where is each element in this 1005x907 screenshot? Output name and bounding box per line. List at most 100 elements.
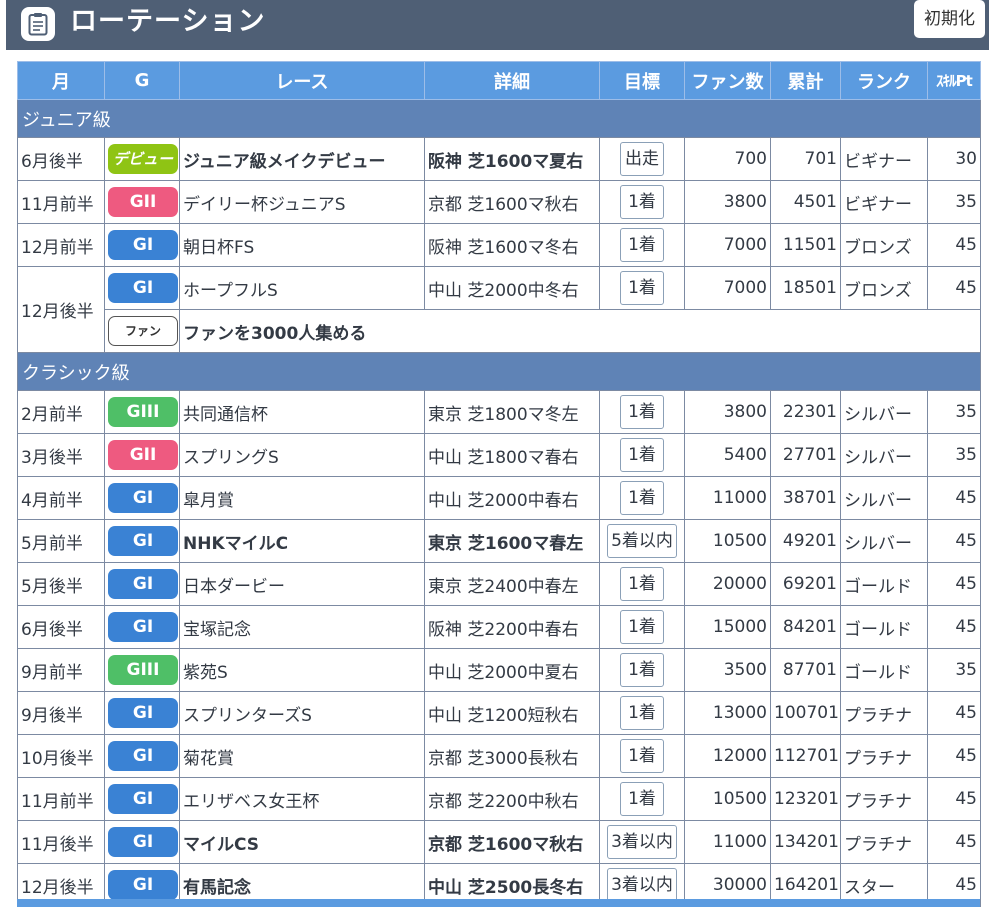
race-row: 5月前半 GI NHKマイルC 東京 芝1600マ春左 5着以内 10500 49201 シル… [17, 519, 981, 563]
month-cell: 12月後半 [17, 266, 105, 353]
grade-badge: デビュー [108, 144, 178, 174]
month-cell: 12月前半 [17, 223, 105, 267]
skill-pt-cell: 45 [927, 734, 981, 778]
target-button[interactable]: 1着 [620, 610, 664, 644]
target-button[interactable]: 1着 [620, 739, 664, 773]
race-name-cell[interactable]: 菊花賞 [179, 734, 425, 778]
skill-pt-cell: 45 [927, 777, 981, 821]
race-name-cell[interactable]: 朝日杯FS [179, 223, 425, 267]
grade-cell: GI [104, 562, 180, 606]
target-button[interactable]: 1着 [620, 438, 664, 472]
total-fans-cell: 4501 [770, 180, 841, 224]
fans-cell: 10500 [684, 777, 771, 821]
section-row: ジュニア級 [17, 99, 981, 138]
grade-cell: GI [104, 734, 180, 778]
target-button[interactable]: 1着 [620, 481, 664, 515]
target-cell: 3着以内 [599, 820, 685, 864]
target-cell: 1着 [599, 433, 685, 477]
col-header-total: 累計 [770, 61, 841, 100]
race-name-cell[interactable]: 宝塚記念 [179, 605, 425, 649]
skill-pt-cell: 45 [927, 562, 981, 606]
grade-badge: GII [108, 187, 178, 217]
rank-cell: プラチナ [840, 777, 928, 821]
race-name-cell[interactable]: エリザベス女王杯 [179, 777, 425, 821]
target-button[interactable]: 5着以内 [607, 524, 677, 558]
target-button[interactable]: 1着 [620, 567, 664, 601]
col-header-rank: ランク [840, 61, 928, 100]
skill-pt-cell: 45 [927, 605, 981, 649]
grade-badge: GI [108, 483, 178, 513]
target-button[interactable]: 3着以内 [607, 868, 677, 902]
grade-badge: GI [108, 870, 178, 900]
rank-cell: ビギナー [840, 180, 928, 224]
race-row: 11月前半 GI エリザベス女王杯 京都 芝2200中秋右 1着 10500 123201 プ… [17, 777, 981, 821]
clipboard-icon [21, 7, 55, 41]
race-name-cell[interactable]: ホープフルS [179, 266, 425, 310]
fans-cell: 3500 [684, 648, 771, 692]
grade-badge: GI [108, 569, 178, 599]
target-button[interactable]: 1着 [620, 395, 664, 429]
rank-cell: ブロンズ [840, 266, 928, 310]
race-name-cell[interactable]: NHKマイルC [179, 519, 425, 563]
race-row: 9月後半 GI スプリンターズS 中山 芝1200短秋右 1着 13000 100701 プラ… [17, 691, 981, 735]
reset-button[interactable]: 初期化 [914, 0, 985, 38]
month-cell: 10月後半 [17, 734, 105, 778]
race-name-cell[interactable]: デイリー杯ジュニアS [179, 180, 425, 224]
race-name-cell[interactable]: 日本ダービー [179, 562, 425, 606]
rank-cell: シルバー [840, 433, 928, 477]
section-label: ジュニア級 [17, 99, 981, 138]
race-row: 6月後半 GI 宝塚記念 阪神 芝2200中春右 1着 15000 84201 ゴールド 45 [17, 605, 981, 649]
race-row: 12月後半 GI ホープフルS 中山 芝2000中冬右 1着 7000 18501 ブロンズ 4… [17, 266, 981, 353]
race-detail-cell: 東京 芝1600マ春左 [424, 519, 600, 563]
target-button[interactable]: 出走 [620, 142, 664, 176]
race-name-cell[interactable]: スプリングS [179, 433, 425, 477]
target-cell: 5着以内 [599, 519, 685, 563]
rotation-table: 月 G レース 詳細 目標 ファン数 累計 ランク ｽｷﾙPt ジュニア級 6月後… [17, 61, 981, 907]
race-name-cell[interactable]: ジュニア級メイクデビュー [179, 137, 425, 181]
race-detail-cell: 阪神 芝2200中春右 [424, 605, 600, 649]
race-name-cell[interactable]: 紫苑S [179, 648, 425, 692]
race-detail-cell: 東京 芝1800マ冬左 [424, 390, 600, 434]
rank-cell: プラチナ [840, 734, 928, 778]
total-fans-cell: 27701 [770, 433, 841, 477]
skill-pt-cell: 35 [927, 180, 981, 224]
race-detail-cell: 阪神 芝1600マ夏右 [424, 137, 600, 181]
skill-pt-cell: 35 [927, 433, 981, 477]
race-row: 9月前半 GIII 紫苑S 中山 芝2000中夏右 1着 3500 87701 ゴールド 35 [17, 648, 981, 692]
target-button[interactable]: 1着 [620, 185, 664, 219]
skill-pt-cell: 35 [927, 648, 981, 692]
total-fans-cell: 112701 [770, 734, 841, 778]
total-fans-cell: 87701 [770, 648, 841, 692]
race-name-cell[interactable]: スプリンターズS [179, 691, 425, 735]
race-row: 4月前半 GI 皐月賞 中山 芝2000中春右 1着 11000 38701 シルバー 45 [17, 476, 981, 520]
total-fans-cell: 69201 [770, 562, 841, 606]
target-button[interactable]: 1着 [620, 228, 664, 262]
race-name-cell[interactable]: 共同通信杯 [179, 390, 425, 434]
fan-goal-row: ファン ファンを3000人集める [18, 309, 981, 353]
col-header-skill-pt: ｽｷﾙPt [927, 61, 981, 100]
target-button[interactable]: 3着以内 [607, 825, 677, 859]
race-detail-cell: 東京 芝2400中春左 [424, 562, 600, 606]
rank-cell: シルバー [840, 519, 928, 563]
race-name-cell[interactable]: マイルCS [179, 820, 425, 864]
month-cell: 3月後半 [17, 433, 105, 477]
target-button[interactable]: 1着 [620, 653, 664, 687]
target-button[interactable]: 1着 [620, 271, 664, 305]
race-name-cell[interactable]: 皐月賞 [179, 476, 425, 520]
rank-cell: ブロンズ [840, 223, 928, 267]
table-header-row: 月 G レース 詳細 目標 ファン数 累計 ランク ｽｷﾙPt [17, 61, 981, 100]
rank-cell: プラチナ [840, 820, 928, 864]
target-button[interactable]: 1着 [620, 696, 664, 730]
skill-pt-cell: 45 [927, 820, 981, 864]
fans-cell: 3800 [684, 390, 771, 434]
col-header-target: 目標 [599, 61, 685, 100]
table-bottom-strip [17, 899, 980, 907]
grade-badge: GI [108, 612, 178, 642]
month-cell: 5月後半 [17, 562, 105, 606]
race-detail-cell: 京都 芝3000長秋右 [424, 734, 600, 778]
col-header-detail: 詳細 [424, 61, 600, 100]
target-cell: 1着 [599, 605, 685, 649]
total-fans-cell: 18501 [770, 266, 841, 310]
grade-cell: GI [104, 605, 180, 649]
target-button[interactable]: 1着 [620, 782, 664, 816]
